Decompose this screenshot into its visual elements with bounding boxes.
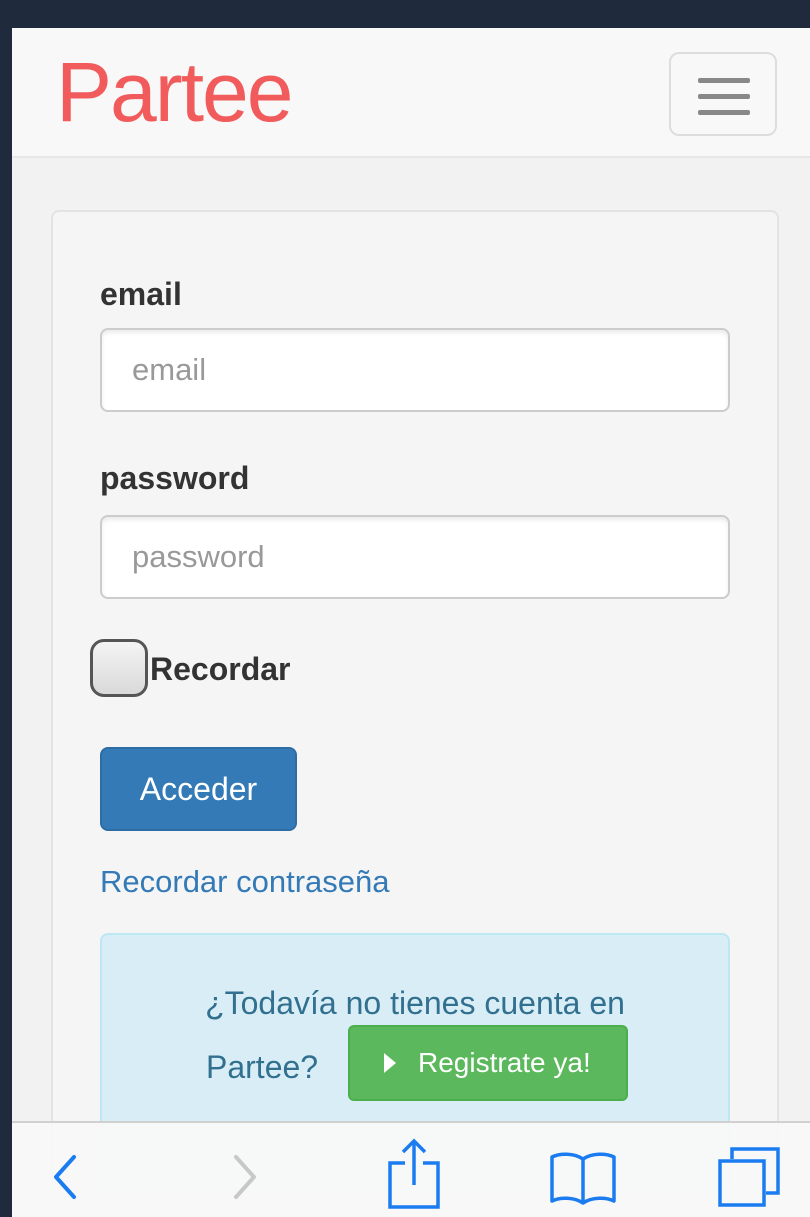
register-button-label: Registrate ya! — [418, 1047, 591, 1078]
menu-toggle-button[interactable] — [669, 52, 777, 136]
forgot-password-link[interactable]: Recordar contraseña — [100, 864, 390, 900]
password-label: password — [100, 460, 250, 496]
forward-chevron-icon[interactable] — [230, 1153, 260, 1201]
signup-prompt-text-2: Partee? — [206, 1049, 319, 1085]
navbar: Partee — [12, 28, 810, 158]
login-button[interactable]: Acceder — [100, 747, 297, 831]
email-label: email — [100, 276, 182, 312]
remember-label[interactable]: Recordar — [150, 651, 291, 688]
back-chevron-icon[interactable] — [50, 1153, 80, 1201]
signup-prompt-text: ¿Todavía no tienes cuenta en — [205, 985, 625, 1021]
share-icon[interactable] — [386, 1137, 442, 1211]
tabs-icon[interactable] — [716, 1145, 782, 1209]
register-button[interactable]: Registrate ya! — [348, 1025, 628, 1101]
browser-toolbar — [12, 1121, 810, 1217]
remember-checkbox[interactable] — [90, 639, 148, 697]
bookmarks-icon[interactable] — [548, 1149, 618, 1205]
email-input[interactable] — [100, 328, 730, 412]
password-input[interactable] — [100, 515, 730, 599]
play-triangle-icon — [384, 1053, 396, 1073]
browser-viewport: Partee email password Recordar Acceder R… — [12, 28, 810, 1217]
brand-logo[interactable]: Partee — [56, 50, 293, 134]
